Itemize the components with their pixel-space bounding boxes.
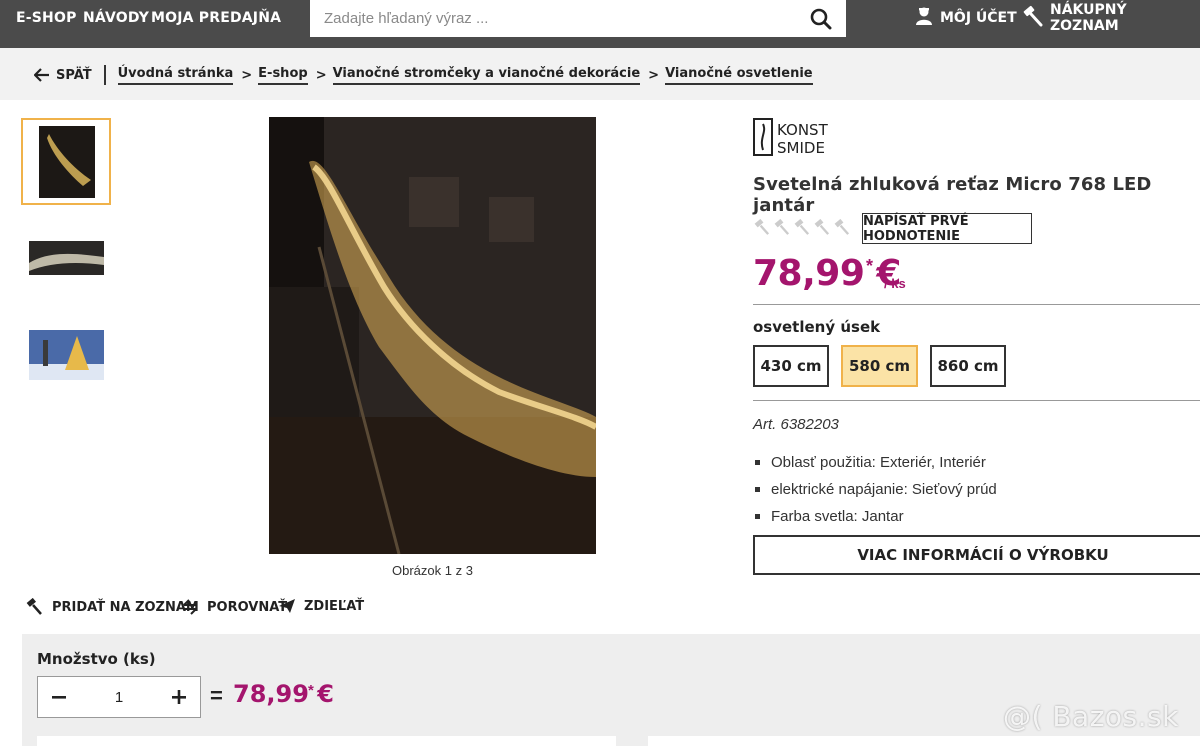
svg-text:KONST: KONST xyxy=(777,121,829,139)
quantity-label: Množstvo (ks) xyxy=(37,650,156,668)
back-button[interactable]: SPÄŤ xyxy=(34,68,92,83)
breadcrumb: SPÄŤ Úvodná stránka > E-shop > Vianočné … xyxy=(34,65,813,85)
article-number: Art. 6382203 xyxy=(753,416,839,433)
chevron-right-icon: > xyxy=(241,67,253,83)
nav-eshop[interactable]: E-SHOP xyxy=(16,0,77,36)
thumbnail-2[interactable] xyxy=(29,241,104,275)
image-caption: Obrázok 1 z 3 xyxy=(392,563,473,578)
write-review-button[interactable]: NAPÍSAŤ PRVÉ HODNOTENIE xyxy=(862,213,1032,244)
my-account-link[interactable]: MÔJ ÚČET xyxy=(914,0,1017,36)
option-card xyxy=(37,736,616,746)
user-icon xyxy=(914,6,934,30)
divider xyxy=(753,304,1200,305)
rating-hammer-icon xyxy=(834,219,850,235)
option-card xyxy=(648,736,1200,746)
compare-button[interactable]: POROVNAŤ xyxy=(181,598,287,616)
rating-stars xyxy=(754,219,851,236)
more-info-button[interactable]: VIAC INFORMÁCIÍ O VÝROBKU xyxy=(753,535,1200,575)
thumbnail-1[interactable] xyxy=(21,118,111,205)
breadcrumb-bar: SPÄŤ Úvodná stránka > E-shop > Vianočné … xyxy=(0,48,1200,100)
divider xyxy=(753,400,1200,401)
rating-hammer-icon xyxy=(814,219,830,235)
arrow-left-icon xyxy=(34,68,49,82)
search-box[interactable]: Zadajte hľadaný výraz ... xyxy=(310,0,846,37)
variant-860[interactable]: 860 cm xyxy=(930,345,1006,387)
breadcrumb-christmas[interactable]: Vianočné stromčeky a vianočné dekorácie xyxy=(332,66,641,85)
rating-hammer-icon xyxy=(754,219,770,235)
thumbnail-3[interactable] xyxy=(29,330,104,380)
search-icon[interactable] xyxy=(806,4,836,34)
svg-text:SMIDE: SMIDE xyxy=(777,139,825,157)
equals-sign: = xyxy=(210,683,223,708)
plus-icon xyxy=(172,690,186,704)
minus-button[interactable] xyxy=(38,677,80,717)
total-asterisk: * xyxy=(308,682,314,699)
price-asterisk: * xyxy=(866,256,874,276)
chevron-right-icon: > xyxy=(315,67,327,83)
rating-hammer-icon xyxy=(774,219,790,235)
variant-580[interactable]: 580 cm xyxy=(841,345,918,387)
product-price: 78,99 € xyxy=(753,253,901,294)
variant-label: osvetlený úsek xyxy=(753,318,881,336)
quantity-stepper[interactable]: 1 xyxy=(37,676,201,718)
breadcrumb-home[interactable]: Úvodná stránka xyxy=(117,66,234,85)
watermark: @( Bazos.sk xyxy=(1003,700,1179,733)
breadcrumb-eshop[interactable]: E-shop xyxy=(258,66,308,85)
chevron-right-icon: > xyxy=(648,67,660,83)
attribute-item: elektrické napájanie: Sieťový prúd xyxy=(753,476,997,503)
hammer-icon xyxy=(1022,5,1044,31)
nav-guides[interactable]: NÁVODY xyxy=(83,0,149,36)
hammer-icon xyxy=(26,598,42,615)
attribute-list: Oblasť použitia: Exteriér, Interiér elek… xyxy=(753,449,997,530)
quantity-input[interactable]: 1 xyxy=(80,689,158,706)
breadcrumb-divider xyxy=(103,65,106,85)
price-unit: / ks xyxy=(884,276,906,291)
brand-logo: KONST SMIDE xyxy=(753,116,848,163)
total-price: 78,99 € xyxy=(233,680,334,708)
product-main-image[interactable] xyxy=(269,117,596,554)
shopping-list-link[interactable]: NÁKUPNÝ ZOZNAM xyxy=(1022,0,1200,36)
attribute-item: Oblasť použitia: Exteriér, Interiér xyxy=(753,449,997,476)
share-button[interactable]: ZDIEĽAŤ xyxy=(278,598,364,614)
rating-hammer-icon xyxy=(794,219,810,235)
search-input[interactable]: Zadajte hľadaný výraz ... xyxy=(324,10,806,27)
send-icon xyxy=(279,599,295,613)
variant-430[interactable]: 430 cm xyxy=(753,345,829,387)
attribute-item: Farba svetla: Jantar xyxy=(753,503,997,530)
breadcrumb-lighting[interactable]: Vianočné osvetlenie xyxy=(665,66,813,85)
plus-button[interactable] xyxy=(158,677,200,717)
add-to-list-button[interactable]: PRIDAŤ NA ZOZNAM xyxy=(26,598,199,616)
nav-my-store[interactable]: MOJA PREDAJŇA xyxy=(151,0,281,36)
top-bar: E-SHOP NÁVODY MOJA PREDAJŇA Zadajte hľad… xyxy=(0,0,1200,48)
minus-icon xyxy=(52,696,66,699)
product-title: Svetelná zhluková reťaz Micro 768 LED ja… xyxy=(753,174,1152,216)
compare-icon xyxy=(183,599,197,615)
